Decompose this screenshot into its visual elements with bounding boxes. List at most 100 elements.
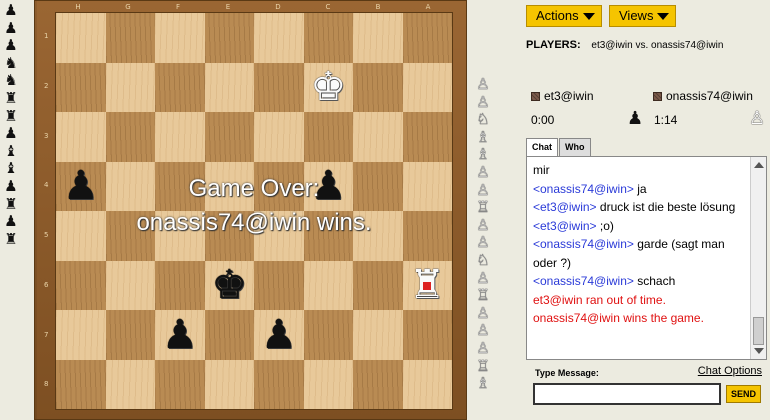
board-square[interactable]: [353, 13, 403, 63]
board-square[interactable]: [303, 359, 353, 409]
board-square[interactable]: [155, 211, 205, 261]
chess-piece-icon[interactable]: ♚: [310, 67, 346, 107]
board-square[interactable]: [204, 310, 254, 360]
board-square[interactable]: ♟: [56, 161, 106, 211]
board-square[interactable]: [353, 310, 403, 360]
players-matchup: et3@iwin vs. onassis74@iwin: [591, 40, 724, 51]
board-square[interactable]: [303, 112, 353, 162]
file-label: D: [275, 3, 281, 11]
board-square[interactable]: [402, 161, 452, 211]
captured-piece-icon: ♜: [4, 194, 18, 213]
board-square[interactable]: ♚: [204, 260, 254, 310]
board-square[interactable]: [254, 62, 304, 112]
views-button[interactable]: Views: [609, 5, 677, 27]
file-label: H: [75, 3, 81, 11]
board-square[interactable]: [353, 161, 403, 211]
board-square[interactable]: [155, 13, 205, 63]
board-square[interactable]: [105, 62, 155, 112]
board-square[interactable]: [353, 260, 403, 310]
board-square[interactable]: ♟: [155, 310, 205, 360]
chat-options-link[interactable]: Chat Options: [698, 365, 762, 377]
board-square[interactable]: [402, 211, 452, 261]
file-label: F: [175, 3, 181, 11]
board-square[interactable]: [303, 260, 353, 310]
board-square[interactable]: [56, 211, 106, 261]
board-square[interactable]: [105, 260, 155, 310]
file-labels: HGFEDCBA: [53, 2, 453, 12]
board-square[interactable]: [56, 112, 106, 162]
scroll-up-icon[interactable]: [754, 162, 764, 168]
board-square[interactable]: [204, 211, 254, 261]
chess-board[interactable]: ♚ ♟ ♟ ♚ ♜ ♟ ♟: [55, 12, 453, 410]
board-square[interactable]: ♜: [402, 260, 452, 310]
board-square[interactable]: [105, 310, 155, 360]
board-square[interactable]: [56, 62, 106, 112]
board-square[interactable]: [56, 13, 106, 63]
board-square[interactable]: [402, 62, 452, 112]
board-square[interactable]: [402, 310, 452, 360]
board-square[interactable]: [105, 211, 155, 261]
board-square[interactable]: ♟: [303, 161, 353, 211]
board-square[interactable]: [204, 161, 254, 211]
board-square[interactable]: [105, 13, 155, 63]
board-square[interactable]: [155, 112, 205, 162]
board-square[interactable]: [353, 211, 403, 261]
captured-piece-icon: ♗: [476, 374, 490, 393]
board-square[interactable]: [254, 161, 304, 211]
player-left-clock: 0:00: [531, 113, 555, 127]
board-square[interactable]: [254, 359, 304, 409]
board-square[interactable]: [303, 211, 353, 261]
board-square[interactable]: [402, 13, 452, 63]
observer-pawn-icon: ♙: [749, 108, 766, 129]
board-square[interactable]: [204, 359, 254, 409]
board-square[interactable]: [56, 359, 106, 409]
board-square[interactable]: [204, 112, 254, 162]
board-square[interactable]: [303, 13, 353, 63]
board-square[interactable]: [204, 13, 254, 63]
board-square[interactable]: ♚: [303, 62, 353, 112]
board-square[interactable]: [353, 359, 403, 409]
board-square[interactable]: [254, 260, 304, 310]
file-label: B: [375, 3, 381, 11]
board-square[interactable]: [105, 161, 155, 211]
player-right-name: onassis74@iwin: [666, 89, 753, 103]
board-square[interactable]: [204, 62, 254, 112]
captured-piece-icon: ♟: [4, 124, 18, 143]
message-input[interactable]: [533, 383, 721, 405]
tab-chat[interactable]: Chat: [526, 138, 558, 157]
board-square[interactable]: [56, 310, 106, 360]
board-square[interactable]: [155, 260, 205, 310]
board-square[interactable]: [254, 211, 304, 261]
scroll-down-icon[interactable]: [754, 348, 764, 354]
actions-button[interactable]: Actions: [526, 5, 602, 27]
send-button[interactable]: SEND: [726, 385, 761, 403]
board-square[interactable]: [402, 112, 452, 162]
board-square[interactable]: ♟: [254, 310, 304, 360]
board-square[interactable]: [155, 359, 205, 409]
tab-who[interactable]: Who: [559, 138, 591, 156]
captured-piece-icon: ♟: [4, 36, 18, 55]
board-square[interactable]: [254, 112, 304, 162]
board-square[interactable]: [254, 13, 304, 63]
rank-label: 1: [44, 32, 49, 40]
chat-scrollbar[interactable]: [750, 157, 766, 359]
chess-piece-icon[interactable]: ♟: [261, 315, 297, 355]
scroll-thumb[interactable]: [753, 317, 764, 345]
players-heading: PLAYERS:: [526, 39, 581, 51]
chess-piece-icon[interactable]: ♟: [63, 166, 99, 206]
board-square[interactable]: [105, 112, 155, 162]
board-square[interactable]: [155, 62, 205, 112]
chess-piece-icon[interactable]: ♚: [211, 265, 247, 305]
chat-line: onassis74@iwin wins the game.: [533, 309, 744, 328]
board-square[interactable]: [155, 161, 205, 211]
chess-piece-icon[interactable]: ♟: [162, 315, 198, 355]
captured-piece-icon: ♙: [476, 303, 490, 322]
board-square[interactable]: [105, 359, 155, 409]
chess-piece-icon[interactable]: ♟: [310, 166, 346, 206]
board-square[interactable]: [353, 62, 403, 112]
board-square[interactable]: [56, 260, 106, 310]
board-square[interactable]: [353, 112, 403, 162]
captured-piece-icon: ♙: [476, 268, 490, 287]
board-square[interactable]: [402, 359, 452, 409]
board-square[interactable]: [303, 310, 353, 360]
